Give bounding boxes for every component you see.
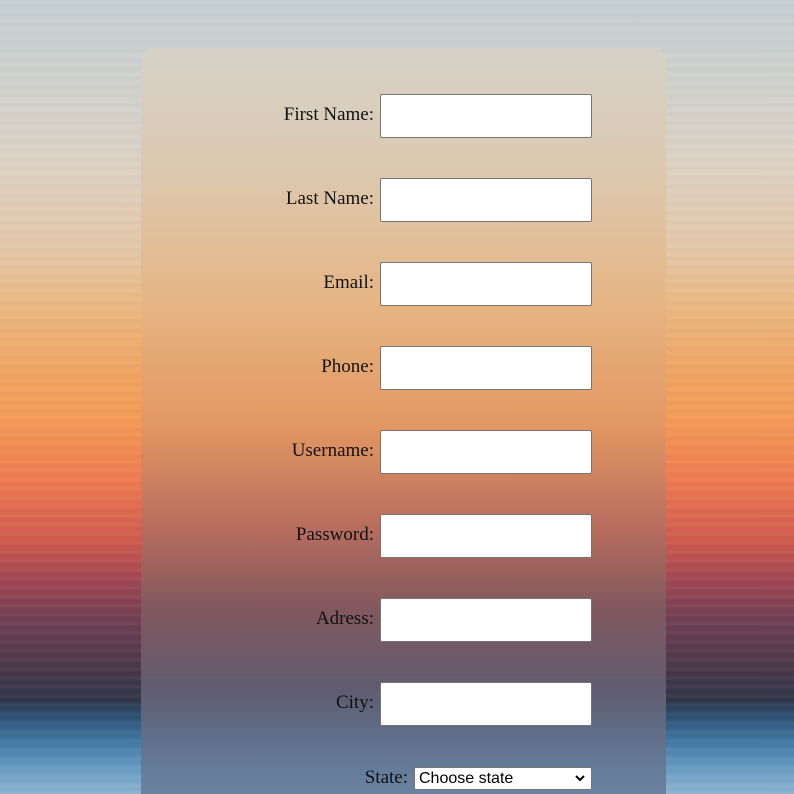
city-row: City: [141, 682, 666, 726]
phone-row: Phone: [141, 346, 666, 390]
password-input[interactable] [380, 514, 592, 558]
username-input[interactable] [380, 430, 592, 474]
adress-label: Adress: [315, 608, 374, 629]
first-name-label: First Name: [283, 104, 374, 125]
last-name-input[interactable] [380, 178, 592, 222]
state-select-value: Choose state [419, 770, 514, 787]
state-row: State: Choose state [141, 767, 666, 791]
password-label: Password: [295, 524, 374, 545]
adress-row: Adress: [141, 598, 666, 642]
state-label: State: [364, 767, 408, 788]
first-name-row: First Name: [141, 94, 666, 138]
adress-input[interactable] [380, 598, 592, 642]
first-name-input[interactable] [380, 94, 592, 138]
phone-label: Phone: [321, 356, 374, 377]
email-input[interactable] [380, 262, 592, 306]
username-label: Username: [291, 440, 374, 461]
city-input[interactable] [380, 682, 592, 726]
last-name-row: Last Name: [141, 178, 666, 222]
city-label: City: [335, 692, 374, 713]
phone-input[interactable] [380, 346, 592, 390]
username-row: Username: [141, 430, 666, 474]
state-select[interactable]: Choose state [414, 767, 592, 790]
email-label: Email: [323, 272, 374, 293]
chevron-down-icon [575, 775, 585, 782]
last-name-label: Last Name: [285, 188, 374, 209]
email-row: Email: [141, 262, 666, 306]
registration-form-panel: First Name: Last Name: Email: Phone: Use… [141, 48, 666, 794]
password-row: Password: [141, 514, 666, 558]
